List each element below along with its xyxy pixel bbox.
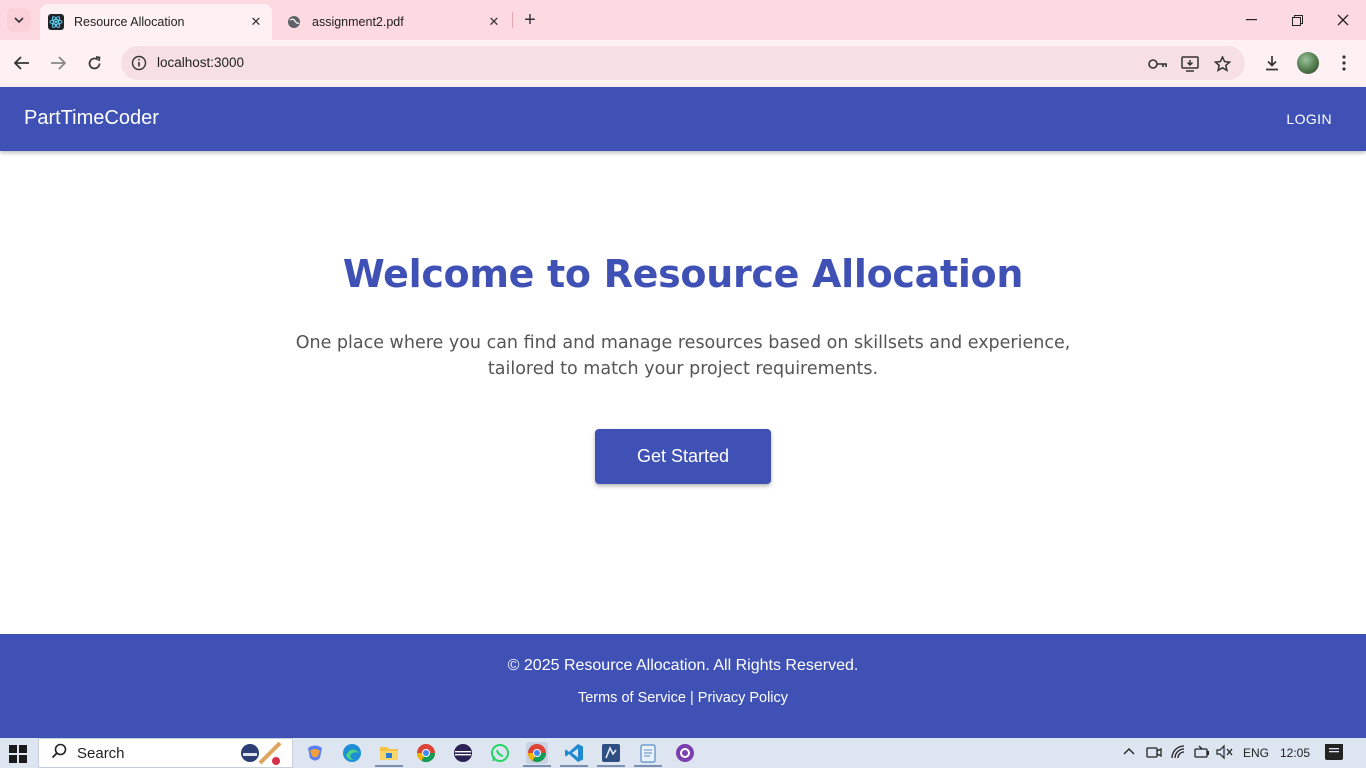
tab-separator [512,12,513,28]
taskbar-search-box[interactable]: Search [38,738,293,768]
file-explorer-icon[interactable] [378,742,400,764]
file-explorer-running-indicator [375,765,403,767]
footer: © 2025 Resource Allocation. All Rights R… [0,634,1366,738]
tab-title: Resource Allocation [74,15,185,29]
hero-description: One place where you can find and manage … [283,330,1083,382]
profile-avatar[interactable] [1297,52,1319,74]
footer-links: Terms of Service | Privacy Policy [0,690,1366,706]
password-key-icon[interactable] [1147,53,1169,75]
close-icon[interactable] [1320,0,1366,40]
address-bar[interactable]: localhost:3000 [121,46,1245,80]
login-button[interactable]: LOGIN [1276,105,1342,133]
forward-button[interactable] [43,48,73,78]
chevron-down-icon [14,17,24,23]
back-button[interactable] [7,48,37,78]
terms-of-service-link[interactable]: Terms of Service [578,690,686,706]
tab-resource-allocation[interactable]: Resource Allocation ✕ [40,4,272,40]
new-tab-button[interactable]: + [519,9,541,31]
eclipse-icon[interactable] [452,742,474,764]
hero-description-line-1: One place where you can find and manage … [295,333,1071,353]
clock-time[interactable]: 12:05 [1280,746,1310,760]
minimize-icon[interactable] [1228,0,1274,40]
meet-now-icon[interactable] [1146,744,1162,763]
privacy-policy-link[interactable]: Privacy Policy [698,690,788,706]
footer-link-separator: | [689,690,694,706]
windows-start-icon[interactable] [9,745,27,763]
download-icon[interactable] [1260,51,1284,75]
windows-taskbar: Search ENG 12:05 [0,738,1366,768]
install-app-icon[interactable] [1179,53,1201,75]
tab-title: assignment2.pdf [312,15,404,29]
arrow-right-icon [51,56,66,70]
volume-muted-icon[interactable] [1216,744,1234,763]
app-header: PartTimeCoder LOGIN [0,87,1366,151]
tab-close-icon[interactable]: ✕ [246,12,266,32]
globe-icon [286,14,302,30]
copyright-text: © 2025 Resource Allocation. All Rights R… [507,657,859,674]
site-info-icon[interactable] [129,53,149,73]
ssms-running-indicator [597,765,625,767]
chevron-up-icon[interactable] [1123,744,1135,758]
chrome-active-icon[interactable] [526,742,548,764]
reload-button[interactable] [79,48,109,78]
battery-icon[interactable] [1193,744,1211,763]
chrome-icon[interactable] [415,742,437,764]
github-desktop-icon[interactable] [674,742,696,764]
whatsapp-icon[interactable] [489,742,511,764]
chrome-running-indicator [523,765,551,767]
edge-icon[interactable] [341,742,363,764]
page-title: Welcome to Resource Allocation [342,252,1024,296]
arrow-left-icon [14,56,29,70]
react-icon [48,14,64,30]
search-highlight-cricket-icon [238,741,284,772]
notification-center-icon[interactable] [1325,744,1343,760]
url-text: localhost:3000 [157,55,245,70]
kebab-menu-icon[interactable] [1332,51,1356,75]
notepad-running-indicator [634,765,662,767]
vscode-icon[interactable] [563,742,585,764]
tab-search-button[interactable] [7,8,31,32]
copilot-icon[interactable] [304,742,326,764]
browser-tab-strip: Resource Allocation ✕ assignment2.pdf ✕ … [0,0,1366,40]
taskbar-search-label: Search [77,744,125,762]
tab-close-icon[interactable]: ✕ [484,12,504,32]
bookmark-star-icon[interactable] [1211,53,1233,75]
wifi-icon[interactable] [1170,744,1186,763]
vscode-running-indicator [560,765,588,767]
brand-logo-text[interactable]: PartTimeCoder [24,107,159,130]
restore-icon[interactable] [1274,0,1320,40]
browser-toolbar: localhost:3000 [0,40,1366,87]
tab-assignment-pdf[interactable]: assignment2.pdf ✕ [278,4,510,40]
language-indicator[interactable]: ENG [1243,746,1269,760]
ssms-icon[interactable] [600,742,622,764]
notepad-icon[interactable] [637,742,659,764]
get-started-button[interactable]: Get Started [595,429,771,484]
reload-icon [88,55,100,69]
hero-description-line-2: tailored to match your project requireme… [487,359,879,379]
search-icon [51,743,67,763]
